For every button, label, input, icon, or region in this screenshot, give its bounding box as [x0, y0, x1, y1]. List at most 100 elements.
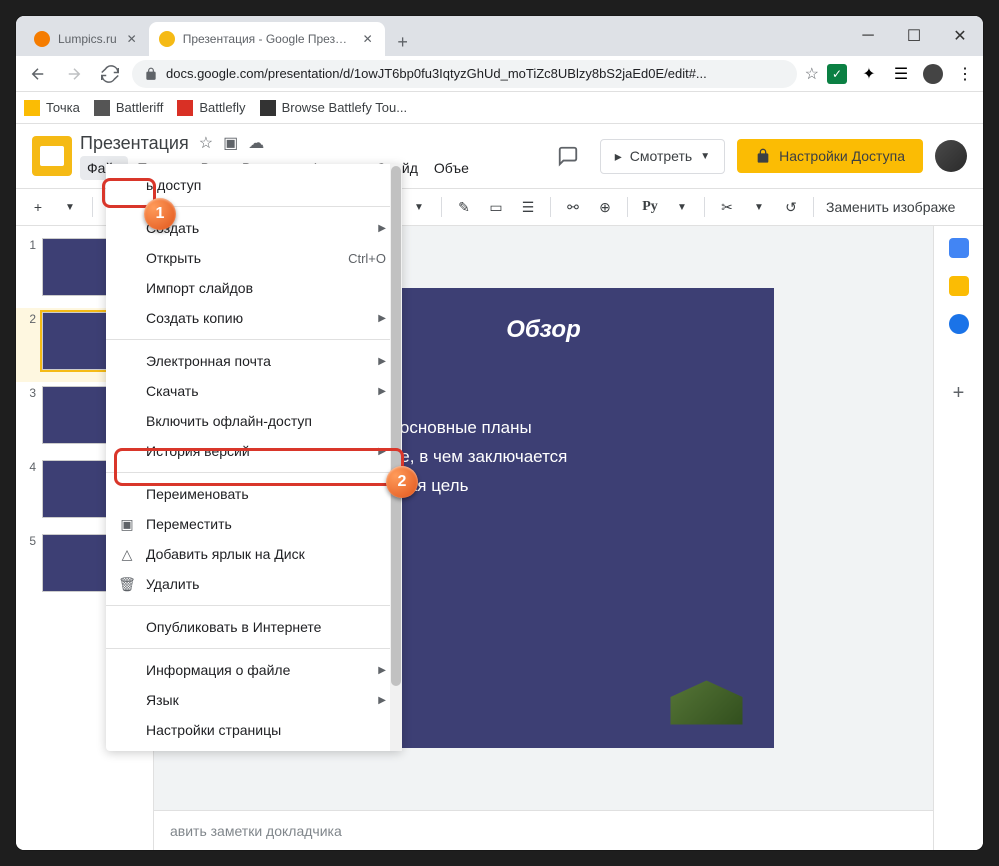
- ext-avatar-icon[interactable]: [923, 64, 943, 84]
- url-input[interactable]: docs.google.com/presentation/d/1owJT6bp0…: [132, 60, 797, 88]
- slide-title[interactable]: Обзор: [346, 316, 742, 344]
- menu-create[interactable]: Создать▶: [106, 213, 402, 243]
- comments-button[interactable]: [548, 136, 588, 176]
- tab-close-icon[interactable]: ✕: [125, 32, 139, 46]
- favicon-icon: [34, 31, 50, 47]
- favicon-icon: [159, 31, 175, 47]
- present-button[interactable]: ▸ Смотреть ▼: [600, 139, 725, 174]
- menu-page[interactable]: Настройки страницы: [106, 715, 402, 745]
- menu-move[interactable]: ▣Переместить: [106, 509, 402, 539]
- menu-copy[interactable]: Создать копию▶: [106, 303, 402, 333]
- browser-tab-1[interactable]: Lumpics.ru ✕: [24, 22, 149, 56]
- play-icon: ▸: [615, 148, 622, 165]
- menu-shortcut[interactable]: △Добавить ярлык на Диск: [106, 539, 402, 569]
- bookmark-3[interactable]: Battlefly: [177, 100, 245, 116]
- border-weight-icon[interactable]: ☰: [514, 193, 542, 221]
- side-panel: +: [933, 226, 983, 850]
- menu-email[interactable]: Электронная почта▶: [106, 346, 402, 376]
- star-icon[interactable]: ☆: [805, 64, 819, 84]
- chevron-down-icon: ▼: [700, 151, 710, 162]
- tab-title: Презентация - Google Презент: [183, 32, 353, 46]
- menu-history[interactable]: История версий▶: [106, 436, 402, 466]
- ext-list-icon[interactable]: ☰: [891, 64, 911, 84]
- cloud-icon[interactable]: ☁: [248, 133, 264, 153]
- chevron-right-icon: ▶: [378, 386, 386, 397]
- bookmark-icon: [260, 100, 276, 116]
- comment-icon[interactable]: ⊕: [591, 193, 619, 221]
- reset-icon[interactable]: ↺: [777, 193, 805, 221]
- calendar-icon[interactable]: [949, 238, 969, 258]
- chevron-down-icon[interactable]: ▼: [405, 193, 433, 221]
- url-text: docs.google.com/presentation/d/1owJT6bp0…: [166, 66, 707, 81]
- menu-info[interactable]: Информация о файле▶: [106, 655, 402, 685]
- chevron-down-icon[interactable]: ▼: [56, 193, 84, 221]
- bookmark-icon: [24, 100, 40, 116]
- share-button[interactable]: Настройки Доступа: [737, 139, 923, 173]
- menu-rename[interactable]: Переименовать: [106, 479, 402, 509]
- chevron-down-icon[interactable]: ▼: [668, 193, 696, 221]
- reload-button[interactable]: [96, 60, 124, 88]
- star-icon[interactable]: ☆: [199, 133, 213, 153]
- bookmark-icon: [94, 100, 110, 116]
- back-button[interactable]: [24, 60, 52, 88]
- bookmark-icon: [177, 100, 193, 116]
- chevron-down-icon[interactable]: ▼: [745, 193, 773, 221]
- slides-app: Презентация ☆ ▣ ☁ Файл Правка Вид Вставк…: [16, 124, 983, 850]
- menu-open[interactable]: ОткрытьCtrl+O: [106, 243, 402, 273]
- bookmark-4[interactable]: Browse Battlefy Tou...: [260, 100, 408, 116]
- drive-icon: △: [118, 545, 136, 563]
- add-icon[interactable]: +: [953, 382, 965, 405]
- file-menu-dropdown: ь доступ Создать▶ ОткрытьCtrl+O Импорт с…: [106, 164, 402, 751]
- trash-icon: 🗑: [118, 575, 136, 593]
- menu-lang[interactable]: Язык▶: [106, 685, 402, 715]
- speaker-notes[interactable]: авить заметки докладчика: [154, 810, 933, 850]
- document-title[interactable]: Презентация: [80, 133, 189, 154]
- menu-share[interactable]: ь доступ: [106, 170, 402, 200]
- chevron-right-icon: ▶: [378, 356, 386, 367]
- tab-close-icon[interactable]: ✕: [361, 32, 375, 46]
- maximize-button[interactable]: ☐: [891, 16, 937, 56]
- chevron-right-icon: ▶: [378, 695, 386, 706]
- chevron-right-icon: ▶: [378, 665, 386, 676]
- replace-image-button[interactable]: Заменить изображе: [822, 199, 959, 215]
- chevron-right-icon: ▶: [378, 223, 386, 234]
- border-icon[interactable]: ▭: [482, 193, 510, 221]
- chevron-right-icon: ▶: [378, 313, 386, 324]
- close-window-button[interactable]: ✕: [937, 16, 983, 56]
- slide-image[interactable]: [662, 675, 752, 730]
- py-icon[interactable]: Py: [636, 193, 664, 221]
- chevron-right-icon: ▶: [378, 446, 386, 457]
- ext-puzzle-icon[interactable]: ✦: [859, 64, 879, 84]
- slides-logo-icon[interactable]: [32, 136, 72, 176]
- menu-publish[interactable]: Опубликовать в Интернете: [106, 612, 402, 642]
- keep-icon[interactable]: [949, 276, 969, 296]
- menu-object[interactable]: Объе: [427, 156, 476, 180]
- slide-body[interactable]: ишите основные планы ъясните, в чем закл…: [346, 414, 742, 501]
- bookmarks-bar: Точка Battleriff Battlefly Browse Battle…: [16, 92, 983, 124]
- tasks-icon[interactable]: [949, 314, 969, 334]
- new-tab-button[interactable]: +: [389, 28, 417, 56]
- bookmark-2[interactable]: Battleriff: [94, 100, 163, 116]
- menu-import[interactable]: Импорт слайдов: [106, 273, 402, 303]
- ext-check-icon[interactable]: ✓: [827, 64, 847, 84]
- move-icon[interactable]: ▣: [223, 133, 238, 153]
- lock-icon: [144, 67, 158, 81]
- new-slide-button[interactable]: +: [24, 193, 52, 221]
- forward-button[interactable]: [60, 60, 88, 88]
- menu-download[interactable]: Скачать▶: [106, 376, 402, 406]
- browser-menu-icon[interactable]: ⋮: [955, 64, 975, 84]
- folder-icon: ▣: [118, 515, 136, 533]
- menu-delete[interactable]: 🗑Удалить: [106, 569, 402, 599]
- link-icon[interactable]: ⚯: [559, 193, 587, 221]
- minimize-button[interactable]: ─: [845, 16, 891, 56]
- menu-offline[interactable]: Включить офлайн-доступ: [106, 406, 402, 436]
- crop-icon[interactable]: ✂: [713, 193, 741, 221]
- pen-icon[interactable]: ✎: [450, 193, 478, 221]
- browser-tab-2[interactable]: Презентация - Google Презент ✕: [149, 22, 385, 56]
- lock-icon: [755, 148, 771, 164]
- extension-icons: ✓ ✦ ☰ ⋮: [827, 64, 975, 84]
- tab-title: Lumpics.ru: [58, 32, 117, 46]
- bookmark-1[interactable]: Точка: [24, 100, 80, 116]
- browser-window: Lumpics.ru ✕ Презентация - Google Презен…: [16, 16, 983, 850]
- user-avatar[interactable]: [935, 140, 967, 172]
